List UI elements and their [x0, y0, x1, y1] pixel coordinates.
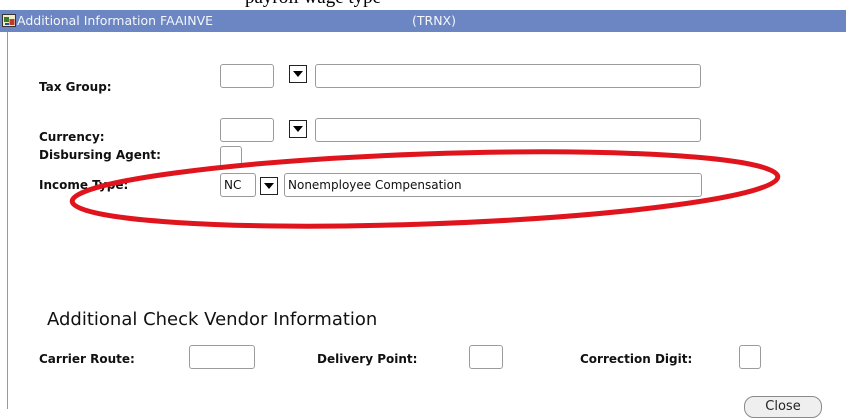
income-type-label: Income Type: — [39, 178, 129, 192]
tax-group-code-input[interactable] — [220, 64, 274, 88]
carrier-route-input[interactable] — [189, 345, 255, 369]
tax-group-dropdown-button[interactable] — [289, 65, 307, 83]
currency-description-field — [315, 118, 701, 142]
disbursing-agent-label: Disbursing Agent: — [39, 148, 161, 162]
income-type-code-input[interactable]: NC — [220, 173, 256, 197]
carrier-route-label: Carrier Route: — [39, 352, 135, 366]
window-title-bar[interactable]: Additional Information FAAINVE (TRNX) — [0, 10, 846, 32]
tax-group-label: Tax Group: — [39, 80, 112, 94]
delivery-point-input[interactable] — [469, 345, 503, 369]
disbursing-agent-input[interactable] — [220, 146, 242, 168]
currency-label: Currency: — [39, 130, 105, 144]
tax-group-description-field — [315, 64, 701, 88]
close-button[interactable]: Close — [744, 396, 822, 418]
caption-text: payroll wage type — [245, 0, 381, 9]
delivery-point-label: Delivery Point: — [317, 352, 418, 366]
correction-digit-label: Correction Digit: — [580, 352, 693, 366]
correction-digit-input[interactable] — [739, 345, 761, 369]
currency-code-input[interactable] — [220, 118, 274, 142]
check-vendor-section-title: Additional Check Vendor Information — [47, 309, 378, 330]
currency-dropdown-button[interactable] — [289, 120, 307, 138]
additional-information-form: Tax Group: Currency: Disbursing Agent: I… — [7, 32, 846, 409]
form-window-icon — [2, 14, 16, 27]
window-title: Additional Information FAAINVE — [17, 13, 214, 28]
income-type-dropdown-button[interactable] — [260, 177, 278, 195]
document-caption-fragment: payroll wage type — [0, 0, 846, 10]
income-type-description-field: Nonemployee Compensation — [284, 173, 702, 197]
form-code: (TRNX) — [412, 13, 456, 28]
